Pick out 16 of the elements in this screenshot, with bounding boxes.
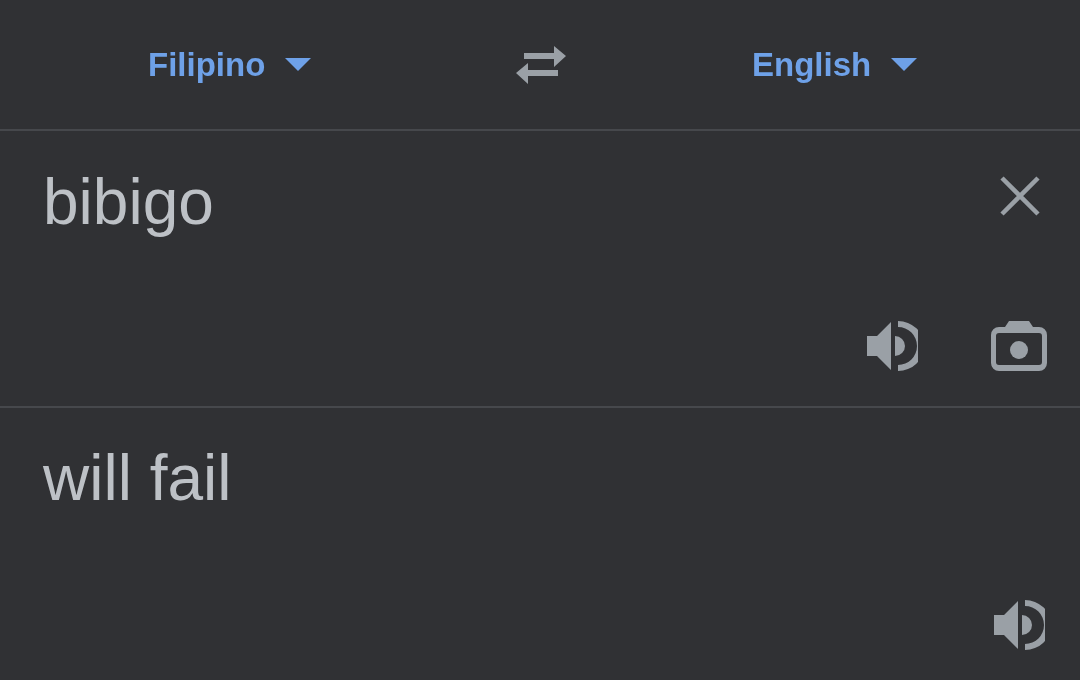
camera-button[interactable] [991,321,1047,371]
listen-button[interactable] [994,600,1045,650]
speaker-icon [867,321,918,371]
speaker-icon [994,600,1045,650]
target-language-button[interactable]: English [752,44,918,85]
clear-button[interactable] [1000,176,1040,216]
listen-button[interactable] [867,321,918,371]
swap-arrows-icon [516,45,566,84]
caret-icon [285,58,312,71]
caret-icon [891,58,918,71]
source-text-field[interactable]: bibigo [43,164,214,240]
translation-text: will fail [43,441,232,516]
source-language-button[interactable]: Filipino [148,44,312,85]
close-icon [1000,176,1040,216]
camera-icon [991,321,1047,371]
swap-languages-button[interactable] [516,45,566,84]
